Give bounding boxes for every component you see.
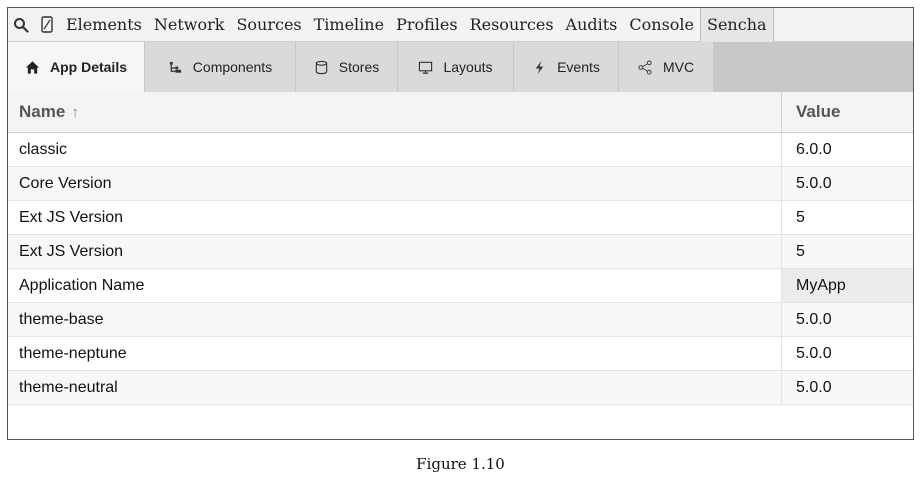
tab-layouts[interactable]: Layouts	[398, 42, 514, 92]
tab-label: Layouts	[443, 59, 493, 75]
value-cell: MyApp	[781, 269, 913, 302]
value-cell: 6.0.0	[781, 133, 913, 166]
search-icon[interactable]	[8, 8, 34, 42]
table-row[interactable]: Core Version 5.0.0	[8, 167, 913, 201]
tab-profiles[interactable]: Profiles	[390, 8, 464, 42]
home-icon	[25, 60, 40, 74]
name-cell: classic	[19, 140, 68, 158]
name-cell: theme-neptune	[19, 344, 127, 362]
tab-app-details[interactable]: App Details	[8, 42, 145, 92]
tab-console[interactable]: Console	[623, 8, 700, 42]
table-row[interactable]: theme-neptune 5.0.0	[8, 337, 913, 371]
value-cell: 5.0.0	[781, 371, 913, 404]
tab-label: MVC	[662, 59, 695, 75]
app-details-grid: Name ↑ Value classic 6.0.0 Core Version …	[8, 92, 913, 405]
tab-resources[interactable]: Resources	[464, 8, 560, 42]
value-cell: 5.0.0	[781, 337, 913, 370]
share-nodes-icon	[638, 59, 652, 75]
devtools-toolbar: Elements Network Sources Timeline Profil…	[8, 7, 913, 42]
name-cell: Ext JS Version	[19, 242, 124, 260]
tab-sencha[interactable]: Sencha	[700, 7, 774, 42]
table-row[interactable]: Ext JS Version 5	[8, 235, 913, 269]
figure-caption: Figure 1.10	[416, 455, 505, 473]
name-column-header[interactable]: Name ↑	[8, 92, 781, 132]
lightning-icon	[535, 60, 544, 74]
table-row[interactable]: Ext JS Version 5	[8, 201, 913, 235]
tree-icon	[169, 61, 181, 73]
tab-timeline[interactable]: Timeline	[308, 8, 390, 42]
grid-header: Name ↑ Value	[8, 92, 913, 133]
tab-sources[interactable]: Sources	[230, 8, 307, 42]
tab-label: App Details	[49, 59, 127, 75]
column-label: Value	[796, 102, 841, 121]
tab-events[interactable]: Events	[514, 42, 619, 92]
name-cell: Core Version	[19, 174, 112, 192]
value-column-header[interactable]: Value	[781, 92, 913, 132]
sencha-tab-strip: App Details Components Stores Layouts Ev…	[8, 42, 913, 92]
tab-stores[interactable]: Stores	[296, 42, 398, 92]
value-cell: 5.0.0	[781, 303, 913, 336]
table-row[interactable]: classic 6.0.0	[8, 133, 913, 167]
column-label: Name	[19, 102, 66, 121]
sort-arrow-icon: ↑	[71, 103, 79, 121]
name-cell: theme-neutral	[19, 378, 118, 396]
table-row[interactable]: theme-neutral 5.0.0	[8, 371, 913, 405]
tab-mvc[interactable]: MVC	[619, 42, 714, 92]
tab-elements[interactable]: Elements	[60, 8, 148, 42]
name-cell: theme-base	[19, 310, 104, 328]
tab-label: Components	[192, 59, 273, 75]
tab-audits[interactable]: Audits	[560, 8, 624, 42]
value-cell: 5	[781, 201, 913, 234]
tab-label: Stores	[338, 59, 380, 75]
database-icon	[315, 60, 327, 74]
value-cell: 5.0.0	[781, 167, 913, 200]
device-mode-icon[interactable]	[34, 8, 60, 42]
value-cell: 5	[781, 235, 913, 268]
name-cell: Application Name	[19, 276, 145, 294]
table-row[interactable]: theme-base 5.0.0	[8, 303, 913, 337]
monitor-icon	[419, 61, 433, 74]
table-row[interactable]: Application Name MyApp	[8, 269, 913, 303]
devtools-window: Elements Network Sources Timeline Profil…	[7, 7, 914, 440]
tab-components[interactable]: Components	[145, 42, 296, 92]
name-cell: Ext JS Version	[19, 208, 124, 226]
tab-label: Events	[557, 59, 600, 75]
tab-network[interactable]: Network	[148, 8, 231, 42]
grid-body: classic 6.0.0 Core Version 5.0.0 Ext JS …	[8, 133, 913, 405]
